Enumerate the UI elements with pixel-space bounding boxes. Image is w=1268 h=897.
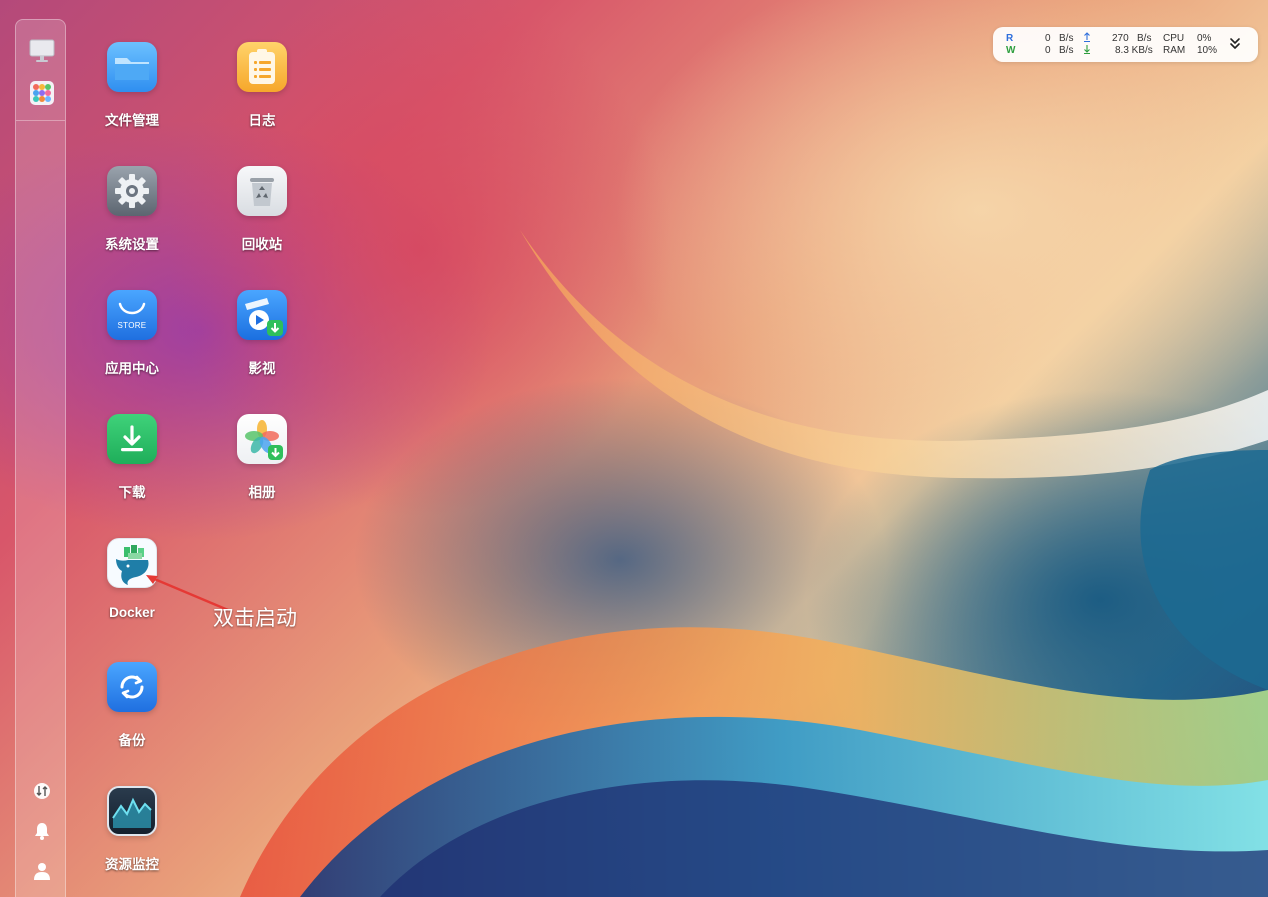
app-recycle-bin[interactable]: 回收站	[212, 166, 312, 253]
user-icon[interactable]	[29, 858, 55, 884]
store-bag-icon: STORE	[107, 290, 157, 340]
ram-label: RAM	[1163, 45, 1186, 56]
app-label: 下载	[118, 485, 146, 501]
read-label: R	[1006, 33, 1014, 44]
download-value: 8.3 KB/s	[1115, 45, 1153, 56]
store-text: STORE	[117, 321, 147, 330]
recycle-icon	[237, 166, 287, 216]
write-label: W	[1006, 45, 1016, 56]
write-unit: B/s	[1059, 45, 1074, 56]
cpu-label: CPU	[1163, 33, 1185, 44]
folder-icon	[107, 42, 157, 92]
system-status-widget[interactable]: R W 0 B/s 0 B/s 270 B/s 8.3 KB/s CPU RAM…	[993, 27, 1258, 62]
app-label: 资源监控	[105, 857, 159, 873]
upload-unit: B/s	[1137, 33, 1152, 44]
app-video[interactable]: 影视	[212, 290, 312, 377]
app-label: 系统设置	[105, 237, 159, 253]
sync-icon	[107, 662, 157, 712]
side-dock	[15, 19, 66, 897]
clapper-play-icon	[237, 290, 287, 340]
download-arrow-icon	[1083, 44, 1091, 57]
write-value: 0	[1045, 45, 1051, 56]
read-value: 0	[1045, 33, 1051, 44]
app-label: 备份	[118, 733, 146, 749]
app-system-settings[interactable]: 系统设置	[82, 166, 182, 253]
notepad-icon	[237, 42, 287, 92]
gear-icon	[107, 166, 157, 216]
app-download[interactable]: 下载	[82, 414, 182, 501]
ram-value: 10%	[1197, 45, 1218, 56]
bell-icon[interactable]	[29, 818, 55, 844]
app-label: 日志	[248, 113, 276, 129]
download-arrow-icon	[107, 414, 157, 464]
app-photos[interactable]: 相册	[212, 414, 312, 501]
app-label: 相册	[248, 485, 276, 501]
pinwheel-icon	[237, 414, 287, 464]
app-label: 回收站	[241, 237, 283, 253]
annotation-text: 双击启动	[213, 606, 297, 630]
app-app-center[interactable]: STORE 应用中心	[82, 290, 182, 377]
double-chevron-down-icon[interactable]	[1229, 37, 1241, 54]
upload-value: 270	[1112, 33, 1129, 44]
app-log[interactable]: 日志	[212, 42, 312, 129]
dock-divider	[16, 120, 65, 121]
transfer-icon[interactable]	[29, 778, 55, 804]
app-grid-icon[interactable]	[29, 80, 55, 106]
activity-chart-icon	[107, 786, 157, 836]
read-unit: B/s	[1059, 33, 1074, 44]
app-label: 应用中心	[105, 361, 159, 377]
app-label: 影视	[248, 361, 276, 377]
desktop-wallpaper	[0, 0, 1268, 897]
cpu-value: 0%	[1197, 33, 1212, 44]
app-label: 文件管理	[105, 113, 159, 129]
app-resource-monitor[interactable]: 资源监控	[82, 786, 182, 873]
monitor-icon[interactable]	[29, 38, 55, 64]
app-backup[interactable]: 备份	[82, 662, 182, 749]
app-file-manager[interactable]: 文件管理	[82, 42, 182, 129]
